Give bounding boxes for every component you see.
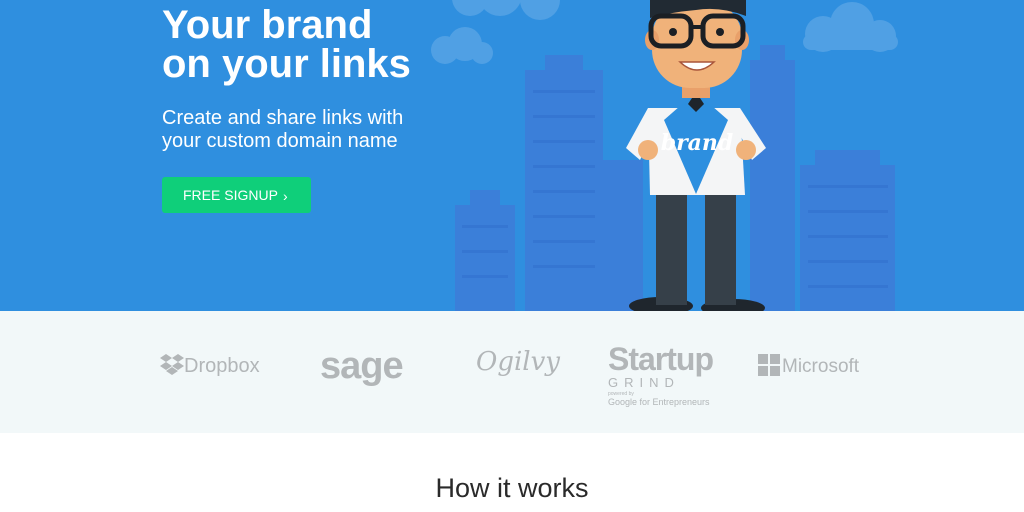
hero-section: brand Your brand on your links Create an… [0, 0, 1024, 311]
subheadline-line-1: Create and share links with [162, 107, 404, 129]
how-it-works-section: How it works [0, 433, 1024, 512]
hero-illustration: brand [431, 0, 898, 311]
sage-logo: sage [320, 345, 404, 387]
startup-grind-title: Startup [608, 341, 714, 377]
headline-line-1: Your brand [162, 3, 373, 47]
startup-grind-tagline: Google for Entrepreneurs [608, 397, 710, 407]
dropbox-icon [160, 354, 184, 375]
client-logos-strip: Dropbox sage Ogilvy Startup GRIND powere… [0, 311, 1024, 433]
ogilvy-logo: Ogilvy [476, 347, 560, 377]
dropbox-logo: Dropbox [160, 353, 260, 378]
subheadline-line-2: your custom domain name [162, 130, 398, 152]
cloud-icon [431, 27, 493, 64]
microsoft-wordmark: Microsoft [782, 356, 860, 377]
free-signup-label: FREE SIGNUP [183, 187, 278, 203]
microsoft-logo: Microsoft [758, 354, 859, 378]
startup-grind-logo: Startup GRIND powered by Google for Entr… [608, 341, 718, 407]
how-it-works-title: How it works [435, 473, 589, 503]
chevron-right-icon: › [283, 188, 288, 204]
free-signup-button[interactable]: FREE SIGNUP › [162, 177, 311, 213]
hero-headline: Your brand on your links [162, 3, 411, 86]
headline-line-2: on your links [162, 42, 411, 86]
cloud-icon [452, 0, 560, 20]
startup-grind-subtitle: GRIND [608, 375, 680, 390]
mascot-shirt-text: brand [661, 130, 734, 156]
mascot-character: brand [626, 0, 766, 311]
hero-subheadline: Create and share links with your custom … [162, 107, 403, 153]
dropbox-wordmark: Dropbox [184, 355, 260, 377]
microsoft-icon [758, 354, 780, 376]
cloud-icon [803, 2, 898, 52]
